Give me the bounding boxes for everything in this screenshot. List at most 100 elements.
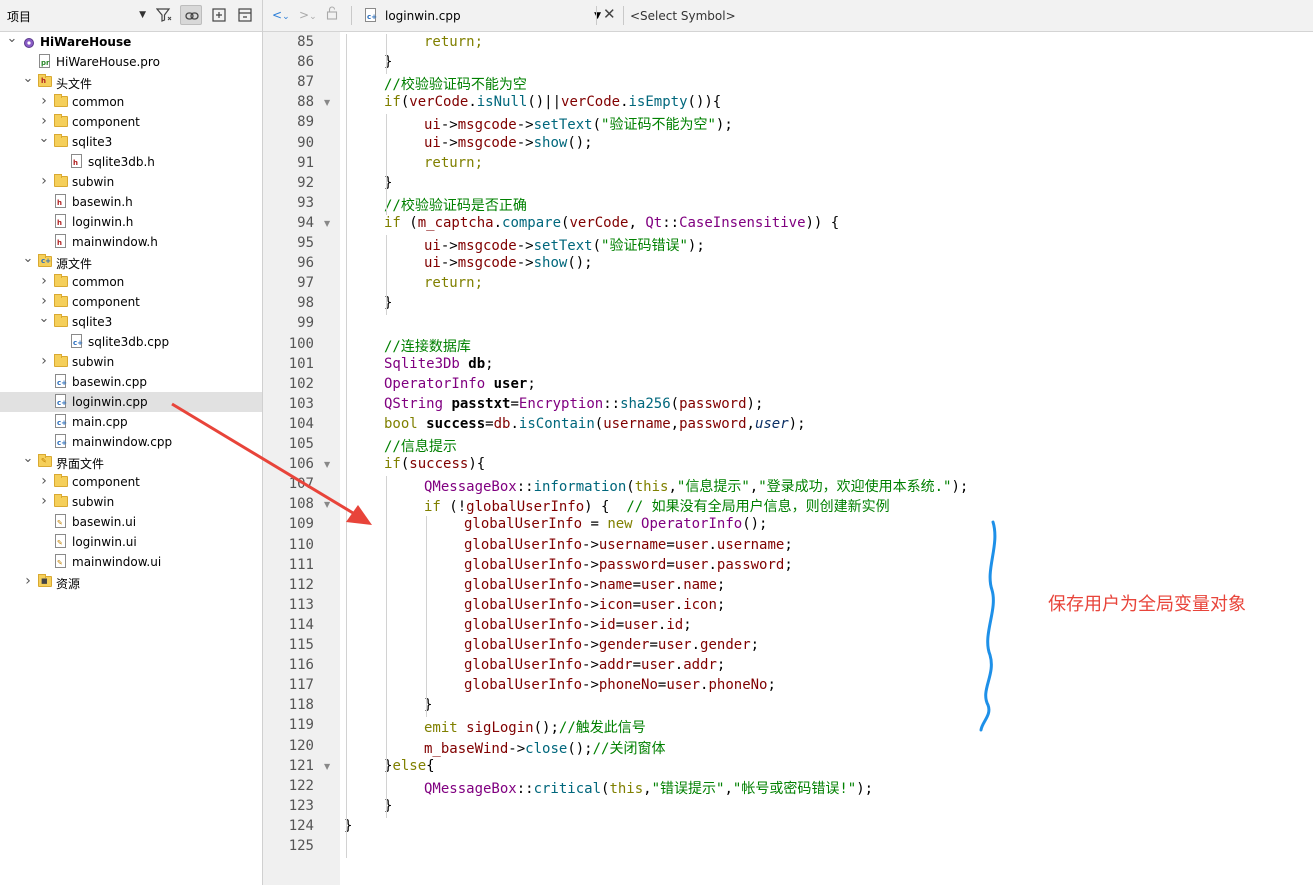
tree-item-label: 界面文件 [56,457,105,471]
tree-item[interactable]: ✎ loginwin.ui [0,532,262,552]
back-button[interactable]: <⌄ [272,8,290,26]
close-panel-button[interactable] [234,5,256,25]
tree-item[interactable]: › ■ 资源 [0,572,262,592]
tree-item[interactable]: ⌄ HiWareHouse [0,32,262,52]
forward-button[interactable]: >⌄ [299,8,317,26]
indent-guide [426,516,427,718]
tree-item[interactable]: › subwin [0,172,262,192]
code-token: -> [516,238,534,254]
line-number: 93 [297,194,314,211]
tree-item[interactable]: › component [0,472,262,492]
cpp-file-icon: c+ [365,8,377,22]
code-token: user [674,536,709,553]
tree-item[interactable]: › component [0,292,262,312]
code-line: globalUserInfo = new OperatorInfo(); [464,516,768,532]
tree-item[interactable]: h sqlite3db.h [0,152,262,172]
tree-item-label: sqlite3 [72,135,113,149]
code-token: //信息提示 [384,439,457,455]
chevron-right-icon[interactable]: › [38,274,50,288]
tree-item[interactable]: c+ basewin.cpp [0,372,262,392]
chevron-right-icon[interactable]: › [22,574,34,588]
fold-marker-icon[interactable]: ▼ [324,460,330,469]
code-line: QMessageBox::critical(this,"错误提示","帐号或密码… [424,778,873,798]
tree-item[interactable]: › common [0,272,262,292]
fold-marker-icon[interactable]: ▼ [324,500,330,509]
tree-item[interactable]: h basewin.h [0,192,262,212]
chevron-right-icon[interactable]: › [38,494,50,508]
view-select[interactable]: 项目 ▼ [3,5,148,25]
tree-item-label: basewin.cpp [72,375,148,389]
chevron-right-icon[interactable]: › [38,354,50,368]
code-token: "信息提示" [676,479,750,496]
code-token: ) { [584,499,627,516]
code-token: gender [700,637,751,653]
code-token: :: [516,479,534,496]
tree-item[interactable]: › common [0,92,262,112]
chevron-down-icon[interactable]: ⌄ [22,72,34,85]
filter-button[interactable] [152,5,174,25]
fold-marker-icon[interactable]: ▼ [324,98,330,107]
code-editor[interactable]: return;}//校验验证码不能为空 if(verCode.isNull()||… [340,32,1313,885]
project-toolbar: 项目 ▼ [0,0,262,32]
code-token: . [674,596,684,613]
tree-item[interactable]: c+ sqlite3db.cpp [0,332,262,352]
code-token: -> [516,134,534,151]
code-token: sha256 [620,395,671,412]
code-token: //校验验证码不能为空 [384,77,527,94]
tree-item[interactable]: ✎ basewin.ui [0,512,262,532]
split-button[interactable] [208,5,230,25]
code-token: . [708,556,717,573]
code-token: globalUserInfo [466,499,585,516]
tree-item[interactable]: › subwin [0,492,262,512]
chevron-down-icon[interactable]: ⌄ [38,132,50,145]
tree-item[interactable]: h mainwindow.h [0,232,262,252]
tree-item[interactable]: › component [0,112,262,132]
symbol-select[interactable]: <Select Symbol> [630,9,736,23]
code-token: setText [533,238,593,254]
chevron-down-icon[interactable]: ⌄ [38,312,50,325]
tree-item[interactable]: pr HiWareHouse.pro [0,52,262,72]
fold-marker-icon[interactable]: ▼ [324,762,330,771]
tree-item[interactable]: ✎ mainwindow.ui [0,552,262,572]
tree-item[interactable]: ⌄ sqlite3 [0,312,262,332]
tree-item-label: component [72,475,140,489]
fold-marker-icon[interactable]: ▼ [324,219,330,228]
chevron-down-icon[interactable]: ⌄ [6,32,18,45]
code-token: ; [527,375,536,392]
chevron-down-icon[interactable]: ⌄ [22,252,34,265]
code-line: ui->msgcode->show(); [424,135,593,151]
tree-item[interactable]: ⌄ ✎ 界面文件 [0,452,262,472]
tree-item[interactable]: › subwin [0,352,262,372]
tree-item-label: mainwindow.cpp [72,435,173,449]
link-with-editor-button[interactable] [180,5,202,25]
chevron-right-icon[interactable]: › [38,174,50,188]
tree-item[interactable]: ⌄ c+ 源文件 [0,252,262,272]
tree-item-label: HiWareHouse [40,35,132,49]
chevron-down-icon[interactable]: ⌄ [22,452,34,465]
tree-item[interactable]: c+ main.cpp [0,412,262,432]
code-line: QString passtxt=Encryption::sha256(passw… [384,396,763,412]
tree-item[interactable]: h loginwin.h [0,212,262,232]
close-document-button[interactable]: ✕ [603,5,616,23]
tree-item[interactable]: ⌄ h 头文件 [0,72,262,92]
cpp-file-icon: c+ [55,374,67,388]
code-token: verCode [409,94,469,111]
chevron-right-icon[interactable]: › [38,94,50,108]
chevron-right-icon[interactable]: › [38,474,50,488]
code-token: -> [440,134,458,151]
line-number: 111 [288,556,314,573]
tree-item[interactable]: c+ mainwindow.cpp [0,432,262,452]
chevron-right-icon[interactable]: › [38,294,50,308]
line-number: 110 [288,536,314,553]
code-token: ); [788,415,806,432]
tree-item-label: 源文件 [56,257,93,271]
tree-item[interactable]: ⌄ sqlite3 [0,132,262,152]
tree-item-label: common [72,275,125,289]
indent-guide [386,476,387,778]
code-token: else [392,757,427,774]
chevron-right-icon[interactable]: › [38,114,50,128]
tree-item[interactable]: c+ loginwin.cpp [0,392,262,412]
code-token: , [724,780,733,797]
code-token: if [384,94,401,111]
open-file-select[interactable]: c+ loginwin.cpp ▼ [359,5,607,26]
